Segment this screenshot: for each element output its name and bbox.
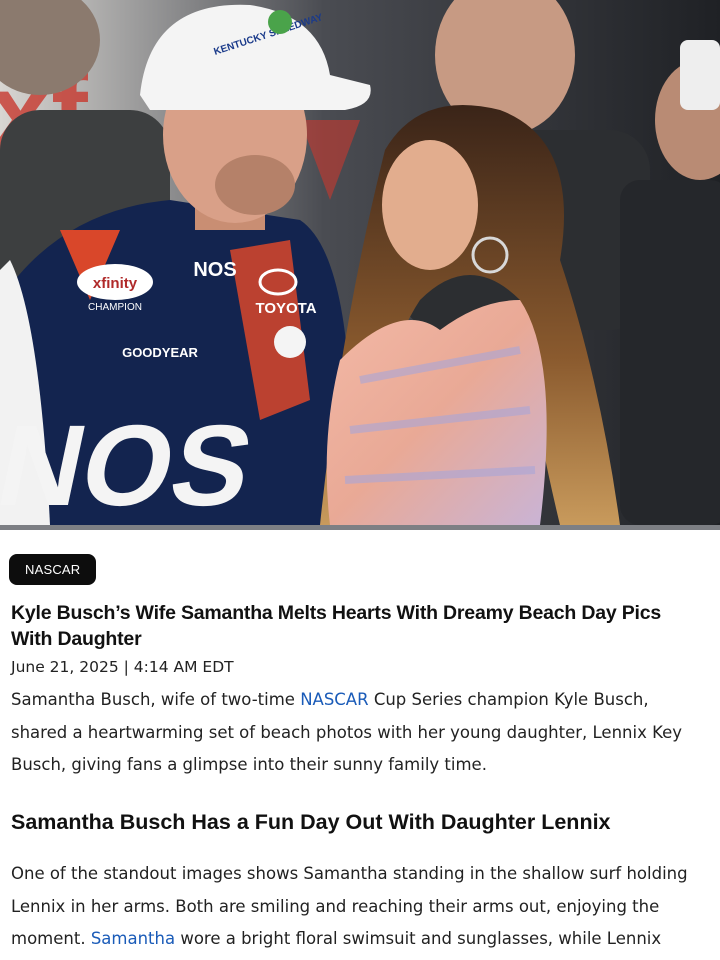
svg-text:GOODYEAR: GOODYEAR xyxy=(122,345,198,360)
svg-text:NOS: NOS xyxy=(0,401,264,525)
category-badge[interactable]: NASCAR xyxy=(9,554,97,585)
article-headline: Kyle Busch’s Wife Samantha Melts Hearts … xyxy=(11,602,662,650)
hero-divider xyxy=(0,525,720,530)
body-text-after: wore a bright floral swimsuit and sungla… xyxy=(175,929,662,948)
nascar-link[interactable]: NASCAR xyxy=(300,690,368,709)
svg-text:CHAMPION: CHAMPION xyxy=(88,302,142,313)
section-subhead: Samantha Busch Has a Fun Day Out With Da… xyxy=(11,810,611,834)
article-dateline: June 21, 2025 | 4:14 AM EDT xyxy=(11,658,234,676)
hero-photo: xf NOS xfinity CHAMPION NOS TOYOTA GOODY… xyxy=(0,0,720,525)
intro-paragraph: Samantha Busch, wife of two-time NASCAR … xyxy=(11,684,691,782)
svg-text:xfinity: xfinity xyxy=(93,275,138,292)
svg-text:TOYOTA: TOYOTA xyxy=(255,300,316,317)
svg-text:NOS: NOS xyxy=(193,259,236,281)
samantha-link[interactable]: Samantha xyxy=(91,929,175,948)
body-paragraph: One of the standout images shows Samanth… xyxy=(11,858,691,956)
intro-text-before: Samantha Busch, wife of two-time xyxy=(11,690,301,709)
